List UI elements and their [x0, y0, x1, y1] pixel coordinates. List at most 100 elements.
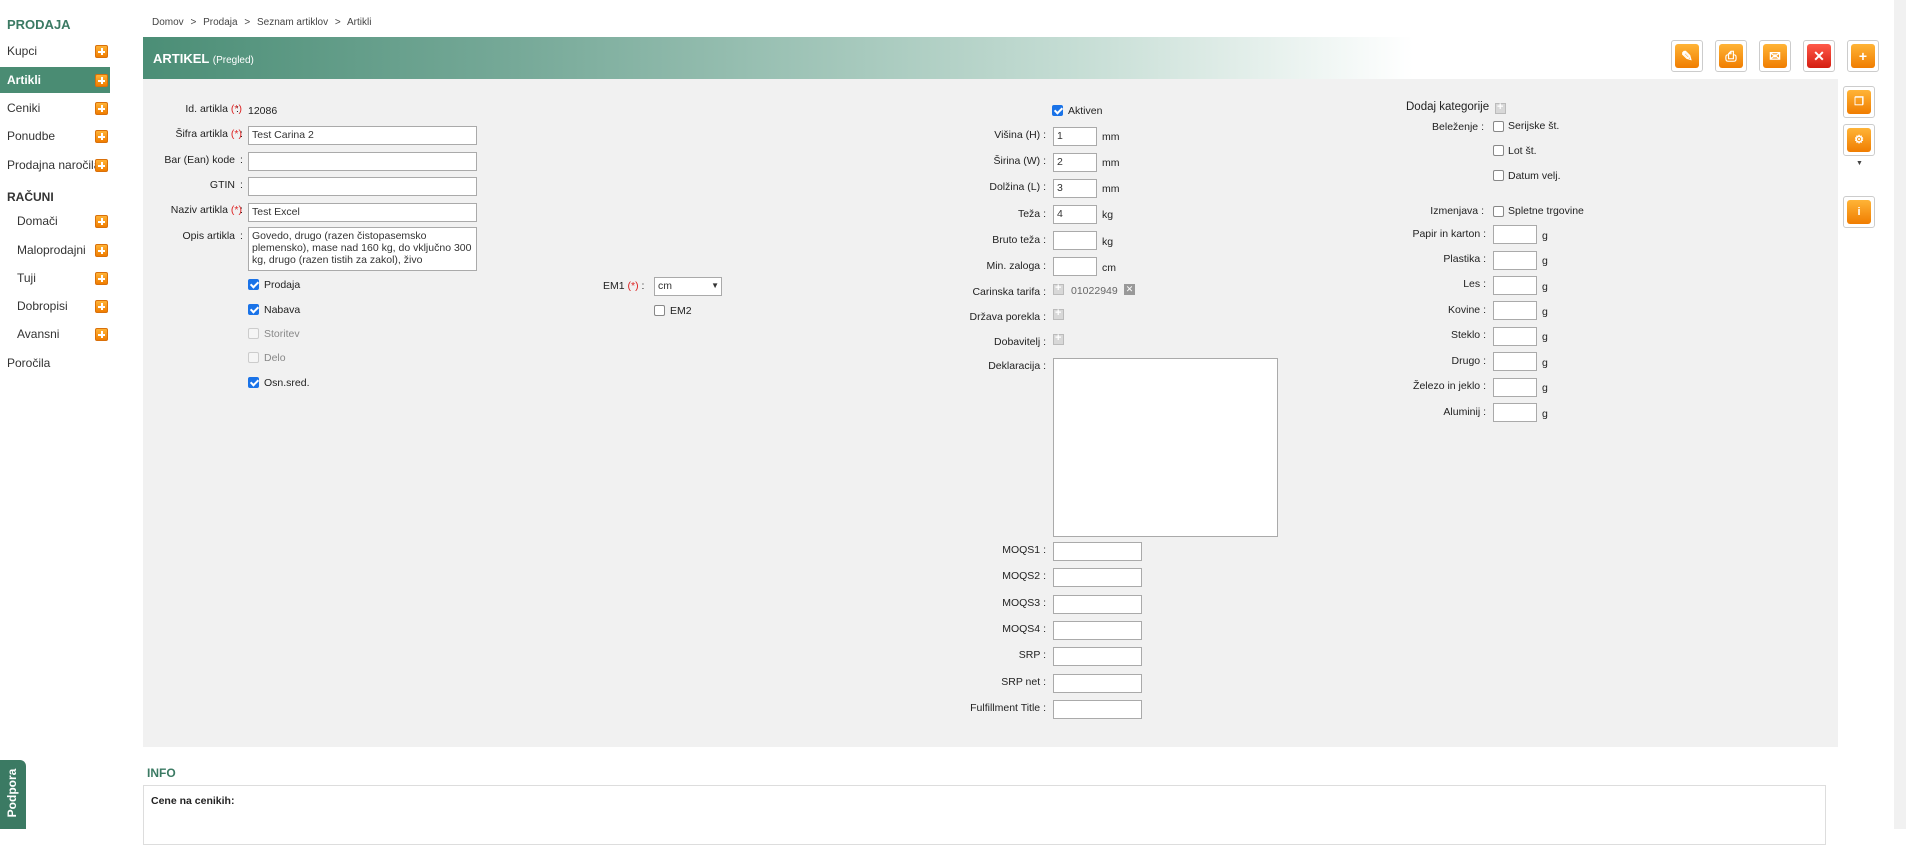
add-icon[interactable] — [95, 159, 108, 172]
settings-button[interactable]: ⚙ — [1843, 124, 1875, 156]
izmenjava-label: Izmenjava : — [1430, 205, 1484, 217]
add-button[interactable]: + — [1847, 40, 1879, 72]
osn-sred-checkbox[interactable] — [248, 377, 259, 388]
lot-checkbox[interactable] — [1493, 145, 1504, 156]
storitev-checkbox — [248, 328, 259, 339]
moqs4-field[interactable] — [1053, 621, 1142, 640]
srp-field[interactable] — [1053, 647, 1142, 666]
add-category-icon[interactable] — [1495, 101, 1506, 114]
info-button[interactable]: i — [1843, 196, 1875, 228]
sidebar-item-ceniki[interactable]: Ceniki — [0, 95, 110, 121]
bruto-field[interactable] — [1053, 231, 1097, 250]
fulfillment-title-label: Fulfillment Title : — [970, 702, 1046, 714]
pencil-icon: ✎ — [1675, 44, 1699, 68]
breadcrumb-prodaja[interactable]: Prodaja — [203, 17, 237, 28]
prodaja-checkbox[interactable] — [248, 279, 259, 290]
breadcrumb-seznam[interactable]: Seznam artiklov — [257, 17, 328, 28]
spletne-trgovine-checkbox[interactable] — [1493, 206, 1504, 217]
em2-checkbox[interactable] — [654, 305, 665, 316]
sidebar-item-label: Artikli — [7, 73, 42, 87]
edit-button[interactable]: ✎ — [1671, 40, 1703, 72]
serijske-checkbox[interactable] — [1493, 121, 1504, 132]
opis-textarea[interactable]: Govedo, drugo (razen čistopasemsko pleme… — [248, 227, 477, 271]
support-tab[interactable]: Podpora — [0, 760, 26, 829]
les-field[interactable] — [1493, 276, 1537, 295]
datum-checkbox[interactable] — [1493, 170, 1504, 181]
breadcrumb-home[interactable]: Domov — [152, 17, 184, 28]
chevron-down-icon[interactable]: ▼ — [1856, 160, 1863, 167]
kovine-field[interactable] — [1493, 301, 1537, 320]
id-value: 12086 — [248, 105, 278, 117]
papir-field[interactable] — [1493, 225, 1537, 244]
sidebar-item-artikli[interactable]: Artikli — [0, 67, 110, 93]
osn-sred-label: Osn.sred. — [264, 377, 310, 389]
sidebar-item-avansni[interactable]: Avansni — [0, 321, 110, 347]
copy-icon: ❐ — [1847, 90, 1871, 114]
sidebar-item-label: Ceniki — [7, 101, 41, 115]
zaloga-unit: cm — [1102, 262, 1116, 274]
moqs2-field[interactable] — [1053, 568, 1142, 587]
srp-net-field[interactable] — [1053, 674, 1142, 693]
plastika-label: Plastika : — [1443, 253, 1486, 265]
add-dobavitelj-icon[interactable] — [1053, 332, 1064, 345]
em1-label: EM1 (*) : — [603, 280, 645, 292]
sidebar-item-tuji[interactable]: Tuji — [0, 265, 110, 291]
close-button[interactable]: ✕ — [1803, 40, 1835, 72]
moqs3-field[interactable] — [1053, 595, 1142, 614]
email-button[interactable]: ✉ — [1759, 40, 1791, 72]
zaloga-field[interactable] — [1053, 257, 1097, 276]
add-icon[interactable] — [95, 74, 108, 87]
teza-field[interactable]: 4 — [1053, 205, 1097, 224]
sidebar-item-kupci[interactable]: Kupci — [0, 38, 110, 64]
sidebar-item-label: Maloprodajni — [17, 243, 86, 257]
remove-tarifa-icon[interactable]: ✕ — [1124, 284, 1135, 295]
add-icon[interactable] — [95, 45, 108, 58]
printer-icon: ⎙ — [1719, 44, 1743, 68]
nabava-checkbox[interactable] — [248, 304, 259, 315]
plastika-field[interactable] — [1493, 251, 1537, 270]
add-icon[interactable] — [95, 328, 108, 341]
aktiven-checkbox[interactable] — [1052, 105, 1063, 116]
visina-field[interactable]: 1 — [1053, 127, 1097, 146]
em1-select[interactable]: cm ▼ — [654, 277, 722, 296]
em2-label: EM2 — [670, 305, 692, 317]
add-icon[interactable] — [95, 244, 108, 257]
copy-button[interactable]: ❐ — [1843, 86, 1875, 118]
sirina-field[interactable]: 2 — [1053, 153, 1097, 172]
add-icon[interactable] — [95, 300, 108, 313]
sidebar-item-prodajna-narocila[interactable]: Prodajna naročila — [0, 152, 110, 178]
sidebar-item-porocila[interactable]: Poročila — [0, 350, 110, 376]
em1-value: cm — [658, 280, 672, 292]
breadcrumb-separator: > — [190, 17, 197, 28]
ean-field[interactable] — [248, 152, 477, 171]
naziv-field[interactable]: Test Excel — [248, 203, 477, 222]
aluminij-field[interactable] — [1493, 403, 1537, 422]
sidebar-item-ponudbe[interactable]: Ponudbe — [0, 123, 110, 149]
add-icon[interactable] — [95, 215, 108, 228]
info-title: INFO — [147, 766, 176, 780]
add-icon[interactable] — [95, 102, 108, 115]
add-icon[interactable] — [95, 130, 108, 143]
print-button[interactable]: ⎙ — [1715, 40, 1747, 72]
sidebar-item-dobropisi[interactable]: Dobropisi — [0, 293, 110, 319]
sidebar-item-domaci[interactable]: Domači — [0, 208, 110, 234]
fulfillment-title-field[interactable] — [1053, 700, 1142, 719]
add-tarifa-icon[interactable] — [1053, 282, 1064, 295]
belezenje-label: Beleženje : — [1432, 121, 1484, 133]
zelezo-field[interactable] — [1493, 378, 1537, 397]
sifra-field[interactable]: Test Carina 2 — [248, 126, 477, 145]
page-title-text: ARTIKEL — [153, 51, 210, 66]
close-icon: ✕ — [1807, 44, 1831, 68]
scrollbar[interactable] — [1894, 0, 1906, 829]
breadcrumb: Domov > Prodaja > Seznam artiklov > Arti… — [152, 17, 375, 28]
dolzina-field[interactable]: 3 — [1053, 179, 1097, 198]
moqs1-label: MOQS1 : — [1002, 544, 1046, 556]
add-icon[interactable] — [95, 272, 108, 285]
sidebar-item-maloprodajni[interactable]: Maloprodajni — [0, 237, 110, 263]
moqs1-field[interactable] — [1053, 542, 1142, 561]
add-drzava-icon[interactable] — [1053, 307, 1064, 320]
gtin-field[interactable] — [248, 177, 477, 196]
drugo-field[interactable] — [1493, 352, 1537, 371]
steklo-field[interactable] — [1493, 327, 1537, 346]
deklaracija-textarea[interactable] — [1053, 358, 1278, 537]
